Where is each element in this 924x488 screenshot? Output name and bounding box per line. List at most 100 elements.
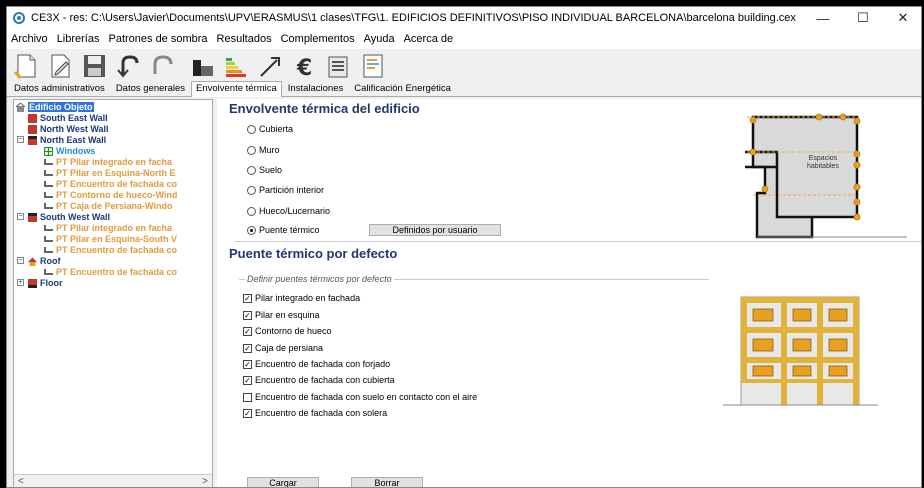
menu-archivo[interactable]: Archivo xyxy=(9,33,48,45)
user-defined-button[interactable]: Definidos por usuario xyxy=(369,224,501,236)
wall-icon xyxy=(28,212,37,222)
diagram-label: Espacios habitables xyxy=(807,155,839,170)
save-button[interactable] xyxy=(79,51,109,81)
tree-connector-icon xyxy=(44,269,53,275)
collapse-toggle[interactable]: − xyxy=(17,213,24,220)
tree-node-wall[interactable]: North West Wall xyxy=(28,124,109,134)
envelope-title: Envolvente térmica del edificio xyxy=(229,101,420,116)
report-icon xyxy=(328,56,348,78)
tree-node-root[interactable]: Edificio Objeto xyxy=(16,102,94,112)
check-pilar-esquina[interactable]: ✓ Pilar en esquina xyxy=(243,310,320,320)
wall-icon xyxy=(28,124,37,134)
tree-node-floor[interactable]: Floor xyxy=(28,278,63,288)
check-caja-persiana[interactable]: ✓ Caja de persiana xyxy=(243,343,323,353)
trend-arrow-icon xyxy=(260,57,280,77)
radio-puente-termico[interactable]: Puente térmico xyxy=(247,225,320,235)
tree-connector-icon xyxy=(44,159,53,165)
euro-icon: € xyxy=(296,56,312,80)
redo-icon xyxy=(153,55,173,74)
tree-connector-icon xyxy=(44,170,53,176)
svg-text:€: € xyxy=(296,56,312,80)
tab-calificacion-energetica[interactable]: Calificación Energética xyxy=(349,81,456,96)
check-fachada-suelo-aire[interactable]: Encuentro de fachada con suelo en contac… xyxy=(243,392,477,402)
radio-dot xyxy=(247,185,256,195)
radio-particion-interior[interactable]: Partición interior xyxy=(247,185,324,195)
improvement-measures-button[interactable] xyxy=(255,51,285,81)
radio-suelo[interactable]: Suelo xyxy=(247,165,282,175)
building-section-diagram xyxy=(745,113,907,239)
tree-node-thermal-bridge[interactable]: PT Encuentro de fachada co xyxy=(44,245,177,255)
check-fachada-solera[interactable]: ✓ Encuentro de fachada con solera xyxy=(243,408,387,418)
check-fachada-forjado[interactable]: ✓ Encuentro de fachada con forjado xyxy=(243,359,390,369)
open-file-button[interactable] xyxy=(45,51,75,81)
tree-node-roof[interactable]: Roof xyxy=(28,256,61,266)
tree-connector-icon xyxy=(44,247,53,253)
energy-label-icon xyxy=(226,58,246,77)
redo-button[interactable] xyxy=(147,51,177,81)
tree-node-wall[interactable]: South West Wall xyxy=(28,212,110,222)
report-button[interactable] xyxy=(323,51,353,81)
load-button[interactable]: Cargar xyxy=(247,477,319,487)
menu-resultados[interactable]: Resultados xyxy=(215,33,272,45)
radio-dot xyxy=(247,165,256,175)
tree-node-thermal-bridge[interactable]: PT Pilar en Esquina-South V xyxy=(44,234,177,244)
undo-button[interactable] xyxy=(113,51,143,81)
window-title: CE3X - res: C:\Users\Javier\Documents\UP… xyxy=(31,12,796,24)
tab-datos-generales[interactable]: Datos generales xyxy=(110,81,190,96)
radio-cubierta[interactable]: Cubierta xyxy=(247,124,293,134)
tab-instalaciones[interactable]: Instalaciones xyxy=(282,81,349,96)
scroll-right-arrow-icon[interactable]: > xyxy=(202,476,208,487)
economic-analysis-button[interactable]: € xyxy=(289,51,319,81)
building-geometry-button[interactable] xyxy=(187,51,217,81)
menu-acerca-de[interactable]: Acerca de xyxy=(402,33,454,45)
close-button[interactable]: ✕ xyxy=(883,7,921,29)
undo-icon xyxy=(117,55,139,78)
tree-node-thermal-bridge[interactable]: PT Caja de Persiana-Windo xyxy=(44,201,172,211)
menu-bar: Archivo Librerías Patrones de sombra Res… xyxy=(7,29,921,49)
certificate-button[interactable] xyxy=(357,51,387,81)
tree-horizontal-scrollbar[interactable]: < > xyxy=(14,474,212,487)
checkbox-checked: ✓ xyxy=(243,310,252,320)
energy-rating-button[interactable] xyxy=(221,51,251,81)
new-file-icon xyxy=(13,54,36,80)
tree-node-thermal-bridge[interactable]: PT Encuentro de fachada co xyxy=(44,267,177,277)
tree-node-wall[interactable]: South East Wall xyxy=(28,113,108,123)
tree-node-thermal-bridge[interactable]: PT Contorno de hueco-Wind xyxy=(44,190,177,200)
checkbox-checked: ✓ xyxy=(243,408,252,418)
menu-librerias[interactable]: Librerías xyxy=(55,33,100,45)
tree-node-wall[interactable]: North East Wall xyxy=(28,135,106,145)
tree-node-thermal-bridge[interactable]: PT Pilar integrado en facha xyxy=(44,157,172,167)
tree-node-thermal-bridge[interactable]: PT Encuentro de fachada co xyxy=(44,179,177,189)
tree-connector-icon xyxy=(44,203,53,209)
check-contorno-hueco[interactable]: ✓ Contorno de hueco xyxy=(243,326,332,336)
scroll-left-arrow-icon[interactable]: < xyxy=(18,476,24,487)
tree-node-thermal-bridge[interactable]: PT Pilar en Esquina-North E xyxy=(44,168,176,178)
radio-hueco-lucernario[interactable]: Hueco/Lucernario xyxy=(247,206,330,216)
building-tree[interactable]: Edificio Objeto South East Wall North We… xyxy=(13,99,213,487)
collapse-toggle[interactable]: − xyxy=(17,136,24,143)
menu-ayuda[interactable]: Ayuda xyxy=(362,33,395,45)
menu-patrones-de-sombra[interactable]: Patrones de sombra xyxy=(106,33,207,45)
certificate-icon xyxy=(363,54,383,78)
tree-connector-icon xyxy=(44,236,53,242)
collapse-toggle[interactable]: − xyxy=(17,257,24,264)
tree-node-thermal-bridge[interactable]: PT Pilar integrado en facha xyxy=(44,223,172,233)
check-fachada-cubierta[interactable]: ✓ Encuentro de fachada con cubierta xyxy=(243,375,395,385)
minimize-button[interactable]: — xyxy=(803,7,843,29)
radio-muro[interactable]: Muro xyxy=(247,145,280,155)
delete-button[interactable]: Borrar xyxy=(351,477,423,487)
tree-node-windows[interactable]: Windows xyxy=(44,146,95,156)
save-icon xyxy=(84,55,105,77)
app-window: CE3X - res: C:\Users\Javier\Documents\UP… xyxy=(6,6,922,488)
building-icon xyxy=(16,102,25,112)
tab-datos-administrativos[interactable]: Datos administrativos xyxy=(9,81,110,96)
new-file-button[interactable] xyxy=(11,51,41,81)
radio-dot xyxy=(247,206,256,216)
tab-envolvente-termica[interactable]: Envolvente térmica xyxy=(191,81,282,97)
maximize-button[interactable]: ☐ xyxy=(843,7,883,29)
radio-dot-selected xyxy=(247,225,256,235)
menu-complementos[interactable]: Complementos xyxy=(279,33,355,45)
check-pilar-integrado[interactable]: ✓ Pilar integrado en fachada xyxy=(243,293,360,303)
expand-toggle[interactable]: + xyxy=(17,279,24,286)
tree-connector-icon xyxy=(44,181,53,187)
